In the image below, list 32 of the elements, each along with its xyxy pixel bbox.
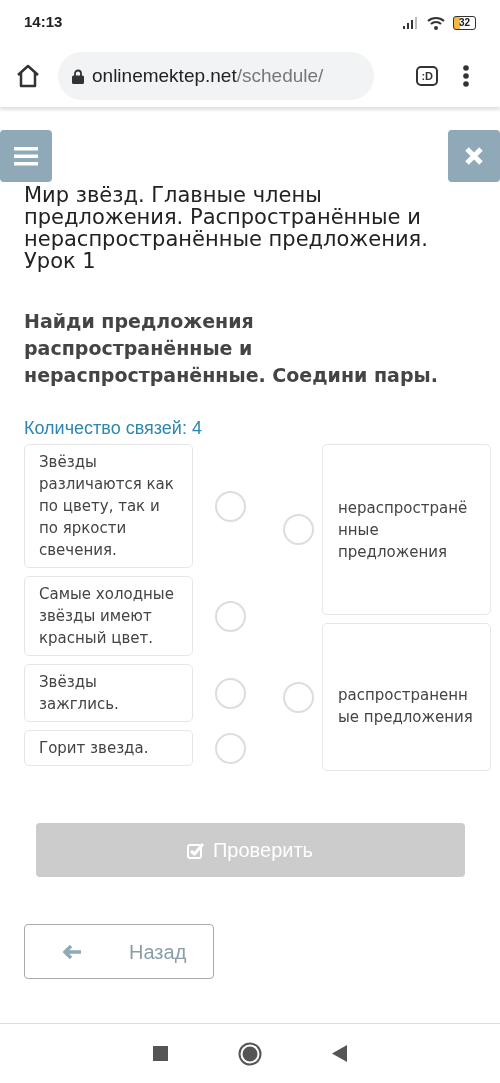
category-card[interactable]: распространенн ые предложения [322,623,491,771]
connector-dot[interactable] [215,677,246,709]
sentence-card[interactable]: Горит звезда. [24,730,193,766]
sentence-card[interactable]: Самые холодные звёзды имеют красный цвет. [24,576,193,656]
connector-dot[interactable] [283,681,314,713]
back-triangle-icon[interactable] [332,1045,347,1062]
sentence-card[interactable]: Звёзды зажглись. [24,664,193,722]
category-card[interactable]: нераспространё нные предложения [322,444,491,615]
sentence-card[interactable]: Звёзды различаются как по цвету, так и по яркости свечения. [24,444,193,568]
close-button[interactable] [448,130,500,182]
connector-dot[interactable] [215,732,246,764]
connector-dot[interactable] [215,490,246,522]
close-icon [464,146,484,166]
lock-icon [72,68,84,84]
signal-icon [402,16,419,29]
address-bar[interactable]: onlinemektep.net/schedule/ [58,52,374,100]
checkbox-icon [187,841,205,859]
wifi-icon [426,15,445,30]
arrow-left-icon [63,944,83,959]
connector-dot[interactable] [215,600,246,632]
menu-button[interactable] [0,130,52,182]
menu-icon[interactable] [462,64,470,88]
home-circle-icon[interactable] [238,1041,262,1066]
lesson-title: Мир звёзд. Главные члены предложения. Распространённые и нераспространённые предложения. Урок 1 [23,184,429,272]
url-text: onlinemektep.net/schedule/ [92,63,324,88]
connector-dot[interactable] [283,514,314,545]
recent-apps-icon[interactable] [153,1046,168,1061]
menu-icon [14,146,38,166]
status-time: 14:13 [24,12,63,33]
tab-count-button[interactable]: :D [416,66,438,86]
links-count: Количество связей: 4 [23,417,203,440]
task-instruction: Найди предложения распространённые и нераспространённые. Соедини пары. [23,309,439,388]
